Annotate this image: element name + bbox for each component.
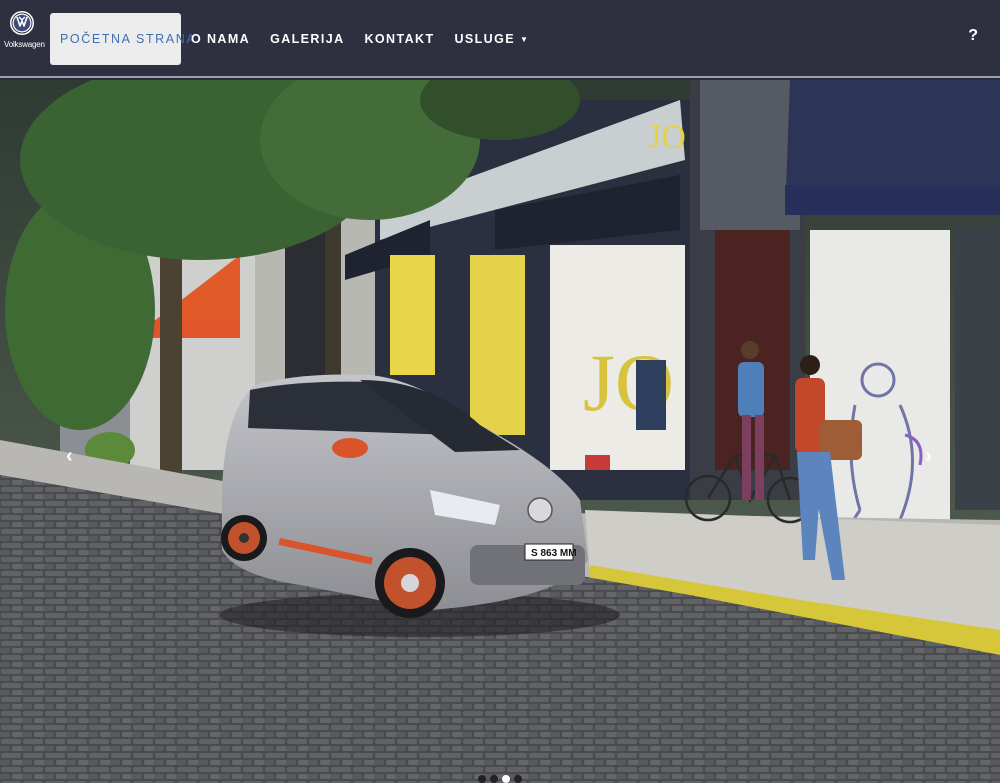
nav-item-pocetna-strana[interactable]: POČETNA STRANA — [50, 13, 195, 65]
carousel-dot[interactable] — [490, 775, 498, 783]
hero-image: JO JO S 863 MM — [0, 80, 1000, 783]
nav-item-usluge-label: USLUGE — [454, 32, 515, 46]
nav-item-usluge[interactable]: USLUGE ▼ — [444, 13, 539, 65]
carousel-indicators — [478, 775, 522, 783]
nav-item-kontakt[interactable]: KONTAKT — [355, 13, 445, 65]
brand[interactable]: Volkswagen — [4, 10, 45, 49]
caret-down-icon: ▼ — [519, 35, 530, 44]
carousel-dot-active[interactable] — [502, 775, 510, 783]
brand-name: Volkswagen — [4, 40, 45, 49]
main-menu: POČETNA STRANA O NAMA GALERIJA KONTAKT U… — [50, 13, 539, 65]
top-navbar: Volkswagen POČETNA STRANA O NAMA GALERIJ… — [0, 0, 1000, 78]
nav-item-o-nama[interactable]: O NAMA — [181, 13, 260, 65]
carousel-dot[interactable] — [514, 775, 522, 783]
vw-logo-icon — [10, 11, 34, 35]
help-button[interactable]: ? — [968, 27, 978, 45]
nav-item-galerija[interactable]: GALERIJA — [260, 13, 354, 65]
store-sign-text: JO — [648, 119, 686, 156]
chevron-right-icon[interactable]: › — [925, 446, 932, 466]
chevron-left-icon[interactable]: ‹ — [66, 446, 73, 466]
carousel-dot[interactable] — [478, 775, 486, 783]
license-plate-text: S 863 MM — [531, 548, 577, 559]
hero-carousel: JO JO S 863 MM ‹ › — [0, 80, 1000, 783]
